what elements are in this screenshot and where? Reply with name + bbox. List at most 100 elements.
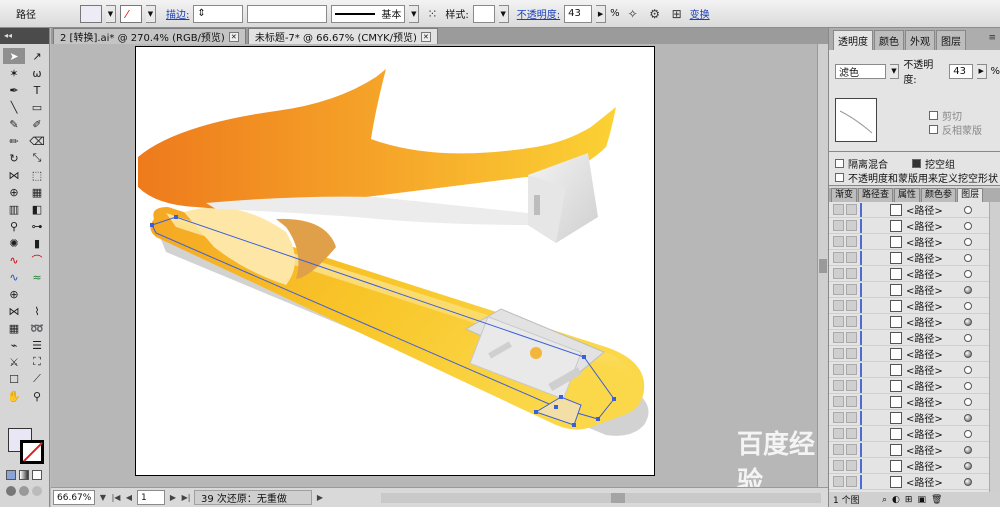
target-icon[interactable] <box>964 333 972 342</box>
path-smooth-icon[interactable]: ≈ <box>26 269 48 285</box>
lock-icon[interactable] <box>846 252 857 263</box>
stroke-weight-field[interactable]: ⇕ <box>193 4 244 23</box>
magic-wand-icon[interactable]: ✶ <box>3 65 25 81</box>
path-join-icon[interactable]: ∿ <box>3 269 25 285</box>
target-icon[interactable] <box>964 317 972 326</box>
color-mode-icon[interactable] <box>6 470 16 480</box>
layer-row[interactable]: <路径> <box>829 362 989 378</box>
tab-attributes[interactable]: 属性 <box>894 188 921 202</box>
target-icon[interactable] <box>964 413 972 422</box>
envelope-icon[interactable]: ⌇ <box>26 303 48 319</box>
panel-menu-icon[interactable]: ≡ <box>988 33 996 43</box>
target-icon[interactable] <box>964 205 972 214</box>
layer-row[interactable]: <路径> <box>829 426 989 442</box>
new-sublayer-icon[interactable]: ⊞ <box>905 495 913 505</box>
lock-icon[interactable] <box>846 316 857 327</box>
direct-select-icon[interactable]: ↗ <box>26 48 48 64</box>
eye-icon[interactable] <box>833 332 844 343</box>
layer-row[interactable]: <路径> <box>829 330 989 346</box>
lasso-icon[interactable]: ω <box>26 65 48 81</box>
tab-appearance[interactable]: 外观 <box>905 30 935 50</box>
paintbrush-icon[interactable]: ✎ <box>3 116 25 132</box>
type-tool-icon[interactable]: T <box>26 82 48 98</box>
eye-icon[interactable] <box>833 252 844 263</box>
selection-tool-icon[interactable]: ➤ <box>3 48 25 64</box>
scroll-thumb[interactable] <box>819 259 827 273</box>
eye-icon[interactable] <box>833 316 844 327</box>
target-icon[interactable] <box>964 349 972 358</box>
layer-row[interactable]: <路径> <box>829 410 989 426</box>
chevron-down-icon[interactable]: ▼ <box>98 491 108 505</box>
perspective-grid-icon[interactable]: ▥ <box>3 201 25 217</box>
opacity-mask-checkbox[interactable] <box>835 173 844 182</box>
zoom-tool-icon[interactable]: ⚲ <box>26 388 48 404</box>
fill-color-swatch[interactable] <box>80 4 102 23</box>
twirl-icon[interactable]: ➿ <box>26 320 48 336</box>
knife-icon[interactable]: ⟋ <box>26 371 48 387</box>
draw-behind-icon[interactable] <box>19 486 29 496</box>
layer-name[interactable]: <路径> <box>906 250 960 265</box>
layer-name[interactable]: <路径> <box>906 346 960 361</box>
rotate-tool-icon[interactable]: ↻ <box>3 150 25 166</box>
layer-name[interactable]: <路径> <box>906 330 960 345</box>
mesh-tool-icon[interactable]: ▦ <box>3 320 25 336</box>
blend-tool-icon[interactable]: ⊶ <box>26 218 48 234</box>
eye-icon[interactable] <box>833 428 844 439</box>
horizontal-scrollbar[interactable] <box>381 493 821 503</box>
lock-icon[interactable] <box>846 204 857 215</box>
clipping-mask-icon[interactable]: ◐ <box>892 495 900 505</box>
stapler-artwork[interactable] <box>136 47 656 477</box>
pencil-icon[interactable]: ✐ <box>26 116 48 132</box>
locate-object-icon[interactable]: ⌕ <box>882 495 887 505</box>
clip-checkbox[interactable] <box>929 111 938 120</box>
anchor-add-icon[interactable]: ∿ <box>3 252 25 268</box>
target-icon[interactable] <box>964 253 972 262</box>
stroke-label[interactable]: 描边: <box>166 6 189 21</box>
page-field[interactable]: 1 <box>137 490 165 505</box>
none-mode-icon[interactable] <box>32 470 42 480</box>
eye-icon[interactable] <box>833 476 844 487</box>
fill-dropdown[interactable]: ▼ <box>106 4 116 23</box>
graphic-style-swatch[interactable] <box>472 4 495 23</box>
layer-row[interactable]: <路径> <box>829 266 989 282</box>
stroke-dropdown[interactable]: ▼ <box>146 4 156 23</box>
artboard[interactable] <box>135 46 655 476</box>
invert-mask-checkbox[interactable] <box>929 125 938 134</box>
tab-pathfinder[interactable]: 路径查 <box>858 188 894 202</box>
target-icon[interactable]: ⊕ <box>3 286 25 302</box>
eye-icon[interactable] <box>833 348 844 359</box>
stroke-profile-select[interactable]: 基本 <box>331 4 406 23</box>
layer-row[interactable]: <路径> <box>829 474 989 490</box>
close-icon[interactable]: ✕ <box>228 31 239 42</box>
crop-icon[interactable]: ⛶ <box>26 354 48 370</box>
layer-row[interactable]: <路径> <box>829 458 989 474</box>
lock-icon[interactable] <box>846 412 857 423</box>
eye-icon[interactable] <box>833 396 844 407</box>
canvas-area[interactable]: 百度经验 <box>51 44 817 487</box>
layer-row[interactable]: <路径> <box>829 218 989 234</box>
width-tool-icon[interactable]: ⋈ <box>3 167 25 183</box>
layer-name[interactable]: <路径> <box>906 378 960 393</box>
eye-icon[interactable] <box>833 284 844 295</box>
live-paint-icon[interactable]: ▦ <box>26 184 48 200</box>
lock-icon[interactable] <box>846 268 857 279</box>
target-icon[interactable] <box>964 285 972 294</box>
target-icon[interactable] <box>964 301 972 310</box>
layer-name[interactable]: <路径> <box>906 394 960 409</box>
lock-icon[interactable] <box>846 332 857 343</box>
target-icon[interactable] <box>964 429 972 438</box>
layer-row[interactable]: <路径> <box>829 314 989 330</box>
lock-icon[interactable] <box>846 428 857 439</box>
blend-mode-select[interactable]: 滤色 <box>835 63 886 79</box>
target-icon[interactable] <box>964 445 972 454</box>
vertical-scrollbar[interactable] <box>817 44 828 487</box>
layer-row[interactable]: <路径> <box>829 298 989 314</box>
target-icon[interactable] <box>964 477 972 486</box>
opacity-input[interactable]: 43 <box>949 63 973 79</box>
layer-name[interactable]: <路径> <box>906 426 960 441</box>
tab-color[interactable]: 颜色 <box>874 30 904 50</box>
next-page-icon[interactable]: ▶ <box>168 491 178 505</box>
layer-name[interactable]: <路径> <box>906 458 960 473</box>
eye-icon[interactable] <box>833 380 844 391</box>
lock-icon[interactable] <box>846 348 857 359</box>
